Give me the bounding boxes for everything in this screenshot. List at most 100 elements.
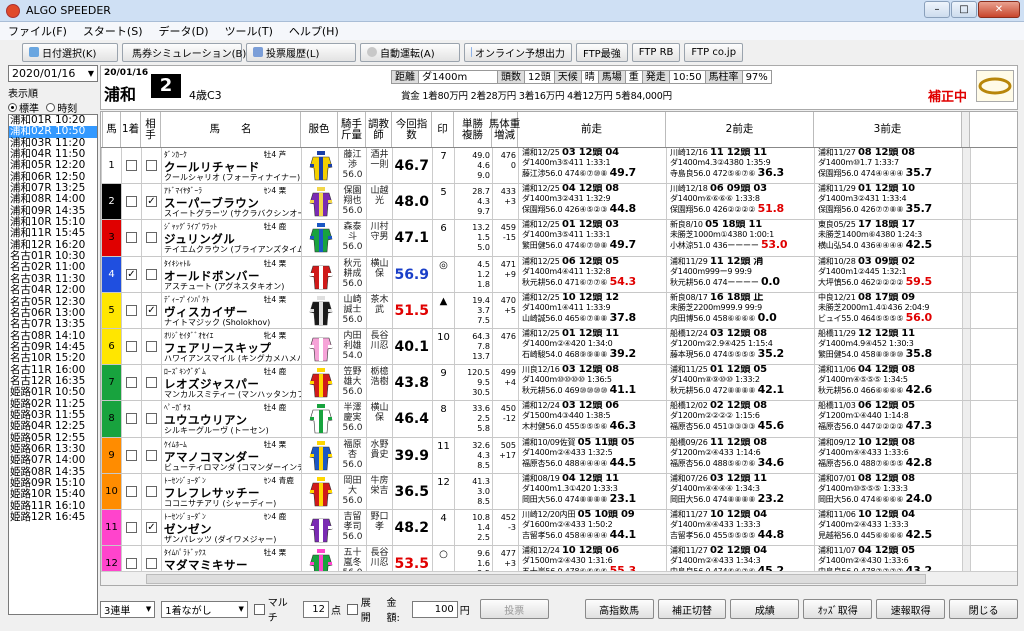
multi-checkbox[interactable]	[253, 603, 265, 615]
past-race-1-cell[interactable]: 浦和12/25 04 12頭 08 ダ1400m3②431 1:32:9 保園翔56…	[519, 184, 667, 220]
table-row[interactable]: 9ｹｲﾑﾎｰﾑ牡4 栗アマノコマンダービューティロマンダ (コマンダーインチーフ…	[101, 437, 1017, 474]
past-race-3-cell[interactable]: 浦和07/01 08 12頭 08 ダ1400m⑩⑤⑤⑤ 1:33:3 岡田大56.…	[815, 473, 963, 509]
table-row[interactable]: 2 ✓ ｱﾄﾞﾏｲﾔﾀﾞｰﾗ ｾﾝ4 栗スーパーブラウン スイートグラーツ (サクラバク…	[101, 184, 1017, 221]
menu-tools[interactable]: ツール(T)	[217, 23, 281, 39]
sokuho-fetch-button[interactable]: 速報取得	[876, 599, 946, 619]
horse-name-cell[interactable]: ｹｲﾑﾎｰﾑ牡4 栗アマノコマンダービューティロマンダ (コマンダーインチーフ)	[162, 437, 302, 473]
first-checkbox[interactable]	[126, 196, 137, 208]
table-row[interactable]: 8 ﾍﾟｰｶﾞｻｽ 牡4 鹿ユウユウリアン シルキーグルーヴ (トーセン) 半澤 慶実 …	[101, 401, 1017, 438]
table-row[interactable]: 7 ﾛｰｽﾞｷﾝｸﾞﾀﾞﾑ 牡4 鹿レオズジャスパー マンカルスミティー (マンハッタ…	[101, 365, 1017, 402]
first-checkbox[interactable]	[126, 413, 137, 425]
menu-help[interactable]: ヘルプ(H)	[281, 23, 347, 39]
past-race-2-cell[interactable]: 新良08/17 16 18頭 止未勝芝2200m999.9 99:9 内田博56.…	[667, 292, 815, 328]
first-checkbox[interactable]	[126, 304, 137, 316]
horse-name-cell[interactable]: ｱﾄﾞﾏｲﾔﾀﾞｰﾗ ｾﾝ4 栗スーパーブラウン スイートグラーツ (サクラバクシン…	[162, 184, 302, 220]
menu-file[interactable]: ファイル(F)	[0, 23, 75, 39]
partner-checkbox[interactable]	[146, 232, 157, 244]
mark-cell[interactable]: 7	[433, 148, 455, 184]
partner-checkbox[interactable]: ✓	[146, 196, 157, 208]
first-checkbox[interactable]	[126, 232, 137, 244]
past-race-1-cell[interactable]: 浦和12/25 01 12頭 11 ダ1400m②④420 1:34:0 石崎駿54…	[519, 328, 667, 365]
past-race-2-cell[interactable]: 浦和11/29 11 12頭 消ダ1400m999ー9 99:9 秋元耕56.0 …	[667, 256, 815, 292]
past-race-3-cell[interactable]: 浦和10/28 03 09頭 02 ダ1400m1②445 1:32:1 大坪慎56…	[815, 256, 963, 292]
past-race-2-cell[interactable]: 浦和11/27 10 12頭 04 ダ1400m④④433 1:33:3 吉留孝56…	[667, 509, 815, 546]
minimize-button[interactable]: –	[924, 1, 950, 18]
vertical-scrollbar[interactable]	[962, 112, 970, 147]
mark-cell[interactable]: 9	[433, 365, 455, 401]
mark-cell[interactable]: 11	[433, 437, 455, 473]
table-row[interactable]: 1 ﾀﾞﾝｶｰｸ 牡4 芦クールリチャード クールシャリオ (フォーティナイナー) 藤江…	[101, 148, 1017, 185]
first-checkbox[interactable]	[126, 160, 137, 171]
tenkai-checkbox[interactable]	[346, 603, 358, 615]
past-race-2-cell[interactable]: 船橋12/02 02 12頭 08 ダ1200m②②②② 1:15:6 福原杏56.…	[667, 401, 815, 437]
partner-checkbox[interactable]	[146, 449, 157, 461]
mark-cell[interactable]: 8	[433, 401, 455, 437]
mark-cell[interactable]: 6	[433, 220, 455, 256]
horse-name-cell[interactable]: ﾛｰｽﾞｷﾝｸﾞﾀﾞﾑ 牡4 鹿レオズジャスパー マンカルスミティー (マンハッタン…	[162, 365, 302, 401]
race-list-item[interactable]: 名古07R 13:35	[9, 318, 97, 330]
partner-checkbox[interactable]	[146, 160, 157, 171]
past-race-3-cell[interactable]: 浦和11/27 08 12頭 08 ダ1400m⑩1.7 1:33:7 保園翔56.…	[815, 148, 963, 184]
past-race-2-cell[interactable]: 船橋12/24 03 12頭 08 ダ1200m②2.9④425 1:15:4 藤本…	[667, 328, 815, 365]
past-race-2-cell[interactable]: 川崎12/18 06 09頭 03 ダ1400m⑥⑥⑥⑥ 1:33:8 保園翔56.…	[667, 184, 815, 220]
results-button[interactable]: 成績	[730, 599, 800, 619]
first-checkbox[interactable]	[126, 521, 137, 533]
table-row[interactable]: 3 ｼﾞｬｯｸﾞﾗｲﾌﾞﾜﾗｯﾄ 牡4 鹿ジュリングル テイエムクラウン (ブライアン…	[101, 220, 1017, 257]
past-race-3-cell[interactable]: 船橋11/03 06 12頭 05 ダ1200m①④440 1:14:8 福原杏56…	[815, 401, 963, 437]
race-list-item[interactable]: 姫路10R 15:40	[9, 488, 97, 500]
menu-start[interactable]: スタート(S)	[75, 23, 151, 39]
date-dropdown[interactable]: 2020/01/16 ▼	[8, 65, 98, 82]
table-row[interactable]: 10 ﾄｰｾﾝｼﾞｮｰﾀﾞﾝ ｾﾝ4 青鹿 フレフレサッチー ココニサチアリ (シャーデ…	[101, 473, 1017, 510]
bet-simulation-button[interactable]: 馬券シミュレーション(B)	[122, 42, 246, 62]
table-row[interactable]: 6 ｵﾘｼﾞｾｲﾀﾞﾞｵｾｲｴ 牝4 栗フェアリースキップ ハワイアンスマイル (キン…	[101, 328, 1017, 366]
first-checkbox[interactable]	[126, 377, 137, 389]
mark-cell[interactable]: 12	[433, 473, 455, 509]
close-button[interactable]: 閉じる	[949, 599, 1019, 619]
ftp-rb-button[interactable]: FTP RB	[631, 42, 681, 62]
race-list-item[interactable]: 浦和02R 10:50	[9, 125, 97, 138]
partner-checkbox[interactable]: ✓	[146, 521, 157, 533]
past-race-1-cell[interactable]: 浦和10/09佐賀 05 11頭 05 ダ1400m②④433 1:32:5 福原杏…	[519, 437, 667, 473]
past-race-3-cell[interactable]: 東良05/25 17 18頭 17 未勝芝1400m⑥4380 1:24:3 横山弘…	[815, 220, 963, 256]
first-checkbox[interactable]	[126, 485, 137, 497]
table-row[interactable]: 5 ✓ ﾃﾞｨｰﾌﾟｲﾝﾊﾟｸﾄ 牡4 栗ヴィスカイザー ナイトマジック (Sholok…	[101, 292, 1017, 329]
partner-checkbox[interactable]	[146, 485, 157, 497]
nagashi-select[interactable]: 1着ながし ▼	[161, 600, 248, 618]
horse-name-cell[interactable]: ﾀﾞﾝｶｰｸ 牡4 芦クールリチャード クールシャリオ (フォーティナイナー)	[162, 148, 302, 184]
first-checkbox[interactable]: ✓	[126, 268, 137, 280]
ftp-cojp-button[interactable]: FTP co.jp	[684, 42, 744, 62]
past-race-3-cell[interactable]: 浦和11/06 04 12頭 08 ダ1400m④⑤⑤⑤ 1:34:5 秋元耕56.…	[815, 365, 963, 401]
past-race-1-cell[interactable]: 浦和12/24 03 12頭 06 ダ1500m4③440 1:38:5 木村健56…	[519, 401, 667, 437]
past-race-1-cell[interactable]: 浦和12/25 06 12頭 05 ダ1400m4④411 1:32:8 秋元耕56…	[519, 256, 667, 292]
past-race-2-cell[interactable]: 浦和11/25 01 12頭 05 ダ1400m⑧⑨⑩⑩ 1:33:2 秋元耕56.…	[667, 365, 815, 401]
hosei-toggle-button[interactable]: 補正切替	[657, 599, 727, 619]
table-row[interactable]: 11 ✓ ﾄｰｾﾝｼﾞｮｰﾀﾞﾝ ｾﾝ4 鹿ゼンゼン ザンパレッツ (ダイワメジャー) 吉…	[101, 509, 1017, 547]
race-list-item[interactable]: 名古10R 15:20	[9, 352, 97, 364]
mark-cell[interactable]: ▲	[433, 292, 455, 328]
horse-name-cell[interactable]: ﾍﾟｰｶﾞｻｽ 牡4 鹿ユウユウリアン シルキーグルーヴ (トーセン)	[162, 401, 302, 437]
auto-run-button[interactable]: 自動運転(A)	[360, 42, 460, 62]
race-list[interactable]: 浦和01R 10:20 浦和02R 10:50 浦和03R 11:20 浦和04R 1…	[8, 114, 98, 615]
past-race-1-cell[interactable]: 浦和08/19 04 12頭 11 ダ1400m1.3①420 1:33:3 岡田大…	[519, 473, 667, 509]
past-race-2-cell[interactable]: 新良8/10 05 18頭 11 未勝芝1000m①4380 1:00:1 小林涼5…	[667, 220, 815, 256]
date-select-button[interactable]: 日付選択(K)	[22, 42, 118, 62]
online-forecast-button[interactable]: オンライン予想出力	[464, 42, 572, 62]
race-list-item[interactable]: 姫路01R 10:50	[9, 386, 97, 398]
menu-data[interactable]: データ(D)	[151, 23, 217, 39]
past-race-2-cell[interactable]: 船橋09/26 11 12頭 08 ダ1200m②④433 1:14:6 福原杏56…	[667, 437, 815, 473]
horse-name-cell[interactable]: ﾃﾞｨｰﾌﾟｲﾝﾊﾟｸﾄ 牡4 栗ヴィスカイザー ナイトマジック (Sholokho…	[162, 292, 302, 328]
horse-name-cell[interactable]: ﾄｰｾﾝｼﾞｮｰﾀﾞﾝ ｾﾝ4 鹿ゼンゼン ザンパレッツ (ダイワメジャー)	[162, 509, 302, 546]
mark-cell[interactable]: 5	[433, 184, 455, 220]
mark-cell[interactable]: 10	[433, 328, 455, 365]
first-checkbox[interactable]	[126, 340, 137, 352]
past-race-1-cell[interactable]: 浦和12/25 03 12頭 04 ダ1400m3⑤411 1:33:1 藤江渉56…	[519, 148, 667, 184]
past-race-3-cell[interactable]: 浦和11/29 01 12頭 10 ダ1400m3②431 1:33:4 保園翔56…	[815, 184, 963, 220]
maximize-button[interactable]: □	[951, 1, 977, 18]
partner-checkbox[interactable]	[146, 377, 157, 389]
table-row[interactable]: 4 ✓ ﾀｲｷｼｬﾄﾙ 牡4 栗オールドボンバー アスチュート (アグネスタキオン) 秋元…	[101, 256, 1017, 293]
close-window-button[interactable]: ✕	[978, 1, 1020, 18]
odds-fetch-button[interactable]: ｵｯｽﾞ取得	[803, 599, 873, 619]
past-race-2-cell[interactable]: 浦和07/26 03 12頭 11 ダ1400m④④④④ 1:34:3 岡田大56.…	[667, 473, 815, 509]
race-list-item[interactable]: 名古04R 12:00	[9, 284, 97, 296]
past-race-1-cell[interactable]: 川崎12/20内田 05 10頭 09 ダ1600m②④433 1:50:2 吉留孝…	[519, 509, 667, 546]
